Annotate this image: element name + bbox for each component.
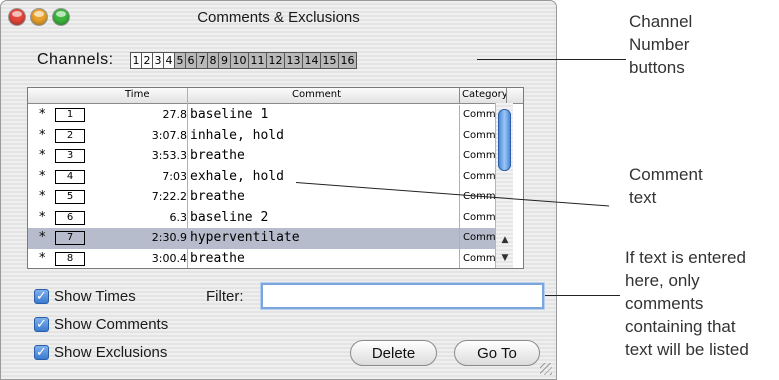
channel-button-11[interactable]: 11: [248, 52, 266, 69]
channel-button-3[interactable]: 3: [152, 52, 163, 69]
row-marker: *: [39, 250, 46, 266]
row-channel-number[interactable]: 3: [55, 149, 85, 163]
checkmark-icon: ✓: [34, 289, 49, 304]
row-time: 3:07.8: [151, 128, 187, 142]
channel-button-5[interactable]: 5: [174, 52, 185, 69]
row-comment: baseline 2: [190, 209, 269, 225]
annotation-comment-text: Comment text: [629, 165, 703, 207]
row-time: 3:00.4: [151, 251, 187, 265]
vertical-scrollbar[interactable]: ▲ ▼: [495, 103, 513, 268]
row-time: 7:22.2: [151, 190, 187, 203]
resize-grip-icon[interactable]: [540, 363, 552, 375]
scroll-up-arrow[interactable]: ▲: [496, 233, 514, 247]
show-times-label: Show Times: [54, 288, 136, 305]
row-marker: *: [39, 230, 46, 245]
table-row[interactable]: * 6 6.3 baseline 2 Comment: [28, 208, 512, 229]
row-comment: inhale, hold: [190, 127, 284, 143]
row-channel-number[interactable]: 6: [55, 210, 85, 225]
channel-button-9[interactable]: 9: [218, 52, 230, 69]
row-time: 3:53.3: [151, 149, 187, 162]
row-time: 27.8: [162, 108, 188, 121]
row-time: 7:03: [162, 169, 187, 183]
show-exclusions-checkbox[interactable]: ✓ Show Exclusions: [34, 344, 167, 361]
channel-button-2[interactable]: 2: [141, 52, 152, 69]
checkmark-icon: ✓: [34, 317, 49, 332]
row-marker: *: [39, 107, 46, 122]
table-row[interactable]: * 1 27.8 baseline 1 Comment: [28, 105, 512, 126]
header-category[interactable]: Category: [462, 89, 508, 100]
row-marker: *: [39, 148, 46, 163]
channel-button-13[interactable]: 13: [284, 52, 302, 69]
row-channel-number[interactable]: 8: [55, 251, 85, 266]
channel-button-12[interactable]: 12: [266, 52, 284, 69]
delete-button[interactable]: Delete: [350, 340, 437, 366]
channels-label: Channels:: [37, 51, 114, 68]
channel-button-1[interactable]: 1: [130, 52, 141, 69]
go-to-button[interactable]: Go To: [454, 340, 540, 366]
row-marker: *: [39, 209, 46, 225]
table-row[interactable]: * 3 3:53.3 breathe Comment: [28, 146, 512, 167]
row-marker: *: [39, 189, 46, 204]
channel-button-7[interactable]: 7: [196, 52, 207, 69]
row-marker: *: [39, 127, 46, 143]
table-row[interactable]: * 7 2:30.9 hyperventilate Comment: [28, 228, 512, 249]
row-comment: breathe: [190, 189, 245, 204]
table-header: Time Comment Category: [28, 88, 523, 104]
table-row[interactable]: * 2 3:07.8 inhale, hold Comment: [28, 126, 512, 147]
filter-input[interactable]: [260, 282, 545, 310]
table-row[interactable]: * 8 3:00.4 breathe Comment: [28, 249, 512, 269]
channel-button-14[interactable]: 14: [302, 52, 320, 69]
checkmark-icon: ✓: [34, 345, 49, 360]
channel-button-8[interactable]: 8: [207, 52, 218, 69]
show-exclusions-label: Show Exclusions: [54, 344, 168, 361]
filter-label: Filter:: [206, 288, 244, 305]
show-times-checkbox[interactable]: ✓ Show Times: [34, 288, 136, 305]
leader-line-filter: [545, 295, 620, 296]
show-comments-checkbox[interactable]: ✓ Show Comments: [34, 316, 168, 333]
channel-button-16[interactable]: 16: [338, 52, 357, 69]
row-channel-number[interactable]: 2: [55, 128, 85, 143]
leader-line-channels: [477, 59, 626, 60]
header-time[interactable]: Time: [125, 89, 149, 100]
scroll-down-arrow[interactable]: ▼: [496, 251, 514, 265]
comments-table[interactable]: Time Comment Category * 1 27.8 baseline 1 Co…: [27, 87, 524, 269]
row-marker: *: [39, 168, 46, 184]
channel-button-15[interactable]: 15: [320, 52, 338, 69]
row-time: 2:30.9: [151, 231, 187, 244]
row-comment: exhale, hold: [190, 168, 284, 184]
header-comment[interactable]: Comment: [292, 89, 341, 100]
table-row[interactable]: *57:22.2breatheComment: [28, 187, 512, 208]
comments-exclusions-window: Comments & Exclusions Channels: 12345678…: [0, 0, 557, 380]
row-channel-number[interactable]: 1: [55, 108, 85, 122]
channel-buttons: 1 2 3 4 5 6 7 8 9 10 11 12 13 14 15 16: [130, 52, 357, 69]
table-rows: * 1 27.8 baseline 1 Comment * 2 3:07.8 inhale, h…: [28, 105, 512, 269]
row-time: 6.3: [169, 210, 188, 224]
title-bar[interactable]: Comments & Exclusions: [1, 1, 556, 36]
row-channel-number[interactable]: 7: [55, 231, 85, 245]
channel-button-10[interactable]: 10: [230, 52, 248, 69]
show-comments-label: Show Comments: [54, 316, 169, 333]
annotation-filter: If text is entered here, only comments c…: [625, 248, 749, 359]
row-comment: baseline 1: [190, 107, 269, 122]
annotation-channel-buttons: Channel Number buttons: [629, 12, 693, 77]
channel-button-6[interactable]: 6: [185, 52, 196, 69]
row-channel-number[interactable]: 5: [55, 190, 85, 204]
table-row[interactable]: * 4 7:03 exhale, hold Comment: [28, 167, 512, 188]
channel-button-4[interactable]: 4: [163, 52, 174, 69]
scroll-thumb[interactable]: [498, 109, 511, 171]
row-comment: breathe: [190, 148, 245, 163]
window-title: Comments & Exclusions: [197, 9, 360, 26]
row-comment: hyperventilate: [190, 230, 300, 245]
row-channel-number[interactable]: 4: [55, 169, 85, 184]
row-comment: breathe: [190, 250, 245, 266]
